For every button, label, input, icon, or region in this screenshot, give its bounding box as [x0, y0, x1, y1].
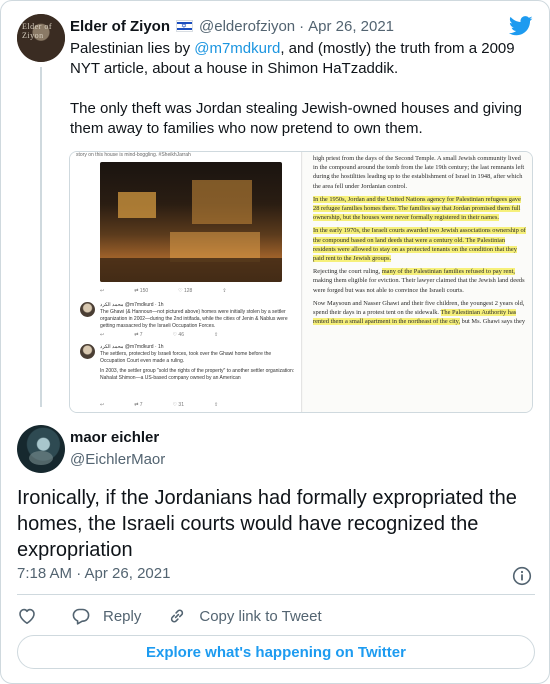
embedded-tweet-header: محمد الكرد @m7mdkurd · 1h	[100, 302, 164, 308]
like-button[interactable]	[17, 606, 37, 626]
article-text-run: but Ms. Ghawi says they	[460, 318, 526, 326]
quoted-tweet-text: Palestinian lies by @m7mdkurd, and (most…	[70, 39, 536, 139]
avatar	[80, 344, 95, 359]
screenshot-nyt-article: high priest from the days of the Second …	[303, 152, 532, 412]
reply-count: ↩	[100, 332, 105, 338]
share-count: ⇪	[214, 332, 219, 338]
article-text-run: Rejecting the court ruling,	[313, 268, 382, 276]
embedded-tweet-body-2: In 2003, the settler group "sold the rig…	[100, 368, 295, 381]
israel-flag-icon: ✡	[176, 20, 194, 32]
tweet-text-prefix: Palestinian lies by	[70, 40, 195, 57]
info-icon[interactable]	[512, 566, 532, 586]
quoted-tweet-header: Elder of Ziyon ✡ @elderofziyon · Apr 26,…	[70, 15, 394, 37]
highlighted-text: In the 1950s, Jordan and the United Nati…	[313, 195, 521, 222]
photo-actions-row: ↩ ⇄ 150 ♡ 128 ⇪	[100, 288, 227, 294]
reply-author-handle[interactable]: @EichlerMaor	[70, 451, 165, 468]
screenshot-twitter-thread: story on this house is mind-boggling. #S…	[70, 152, 302, 412]
separator-dot: ·	[299, 17, 305, 35]
copy-link-button[interactable]: Copy link to Tweet	[167, 606, 322, 626]
heart-icon	[19, 608, 35, 624]
link-icon	[171, 609, 184, 623]
like-count: ♡ 46	[172, 332, 184, 338]
twitter-bird-icon[interactable]	[509, 16, 533, 36]
reply-label: Reply	[103, 607, 142, 625]
tweet-actions-bar: Reply Copy link to Tweet	[17, 605, 322, 627]
reply-count: ↩	[100, 288, 105, 294]
like-count: ♡ 128	[178, 288, 193, 294]
retweet-count: ⇄ 150	[134, 288, 149, 294]
reply-tweet-text: Ironically, if the Jordanians had formal…	[17, 487, 517, 561]
article-text: high priest from the days of the Second …	[313, 154, 527, 330]
mention-link[interactable]: @m7mdkurd	[194, 40, 280, 57]
embedded-tweet-2-actions: ↩ ⇄ 7 ♡ 31 ⇪	[100, 402, 218, 408]
explore-twitter-button[interactable]: Explore what's happening on Twitter	[17, 635, 535, 669]
tweet-embed-card: Elder of Ziyon Elder of Ziyon ✡ @elderof…	[0, 0, 550, 684]
embedded-tweet-body: The Ghawi (& Hannoun—not pictured above)…	[100, 309, 288, 329]
thread-caption: story on this house is mind-boggling. #S…	[76, 152, 191, 158]
divider	[17, 594, 535, 595]
highlighted-text: In the early 1970s, the Israeli courts a…	[313, 227, 526, 263]
avatar-logo-text: Elder of Ziyon	[22, 22, 52, 40]
house-photo	[100, 162, 282, 282]
quoted-author-handle[interactable]: @elderofziyon	[199, 18, 295, 35]
share-count: ⇪	[214, 402, 219, 408]
copy-link-label: Copy link to Tweet	[199, 607, 322, 625]
retweet-count: ⇄ 7	[134, 402, 143, 408]
article-paragraph-4: Rejecting the court ruling, many of the …	[313, 267, 527, 295]
embedded-tweet-1-actions: ↩ ⇄ 7 ♡ 46 ⇪	[100, 332, 218, 338]
tweet-media-image[interactable]: story on this house is mind-boggling. #S…	[69, 151, 533, 413]
highlighted-text: many of the Palestinian families refused…	[381, 268, 515, 276]
like-count: ♡ 31	[172, 402, 184, 408]
embedded-tweet-body: The settlers, protected by Israeli force…	[100, 351, 272, 364]
quoted-tweet-date[interactable]: Apr 26, 2021	[308, 18, 394, 35]
quoted-author-name[interactable]: Elder of Ziyon	[70, 18, 170, 35]
reply-author-avatar[interactable]	[17, 425, 65, 473]
tweet-timestamp[interactable]: 7:18 AM · Apr 26, 2021	[17, 565, 170, 582]
article-paragraph-1: high priest from the days of the Second …	[313, 155, 525, 190]
avatar	[80, 302, 95, 317]
retweet-count: ⇄ 7	[134, 332, 143, 338]
thread-connector-line	[40, 67, 42, 407]
article-paragraph-2: In the 1950s, Jordan and the United Nati…	[313, 195, 527, 223]
article-text-run: making them eligible for eviction. Their…	[313, 277, 525, 294]
quoted-author-avatar[interactable]: Elder of Ziyon	[17, 14, 65, 62]
reply-icon	[72, 608, 90, 625]
reply-button[interactable]: Reply	[71, 606, 141, 626]
share-count: ⇪	[222, 288, 227, 294]
article-paragraph-3: In the early 1970s, the Israeli courts a…	[313, 226, 527, 263]
reply-count: ↩	[100, 402, 105, 408]
article-paragraph-5: Now Maysoun and Nasser Ghawi and their f…	[313, 299, 527, 327]
tweet-paragraph-2: The only theft was Jordan stealing Jewis…	[70, 100, 522, 137]
embedded-tweet-header: محمد الكرد @m7mdkurd · 1h	[100, 344, 164, 350]
reply-author-name[interactable]: maor eichler	[70, 429, 159, 446]
